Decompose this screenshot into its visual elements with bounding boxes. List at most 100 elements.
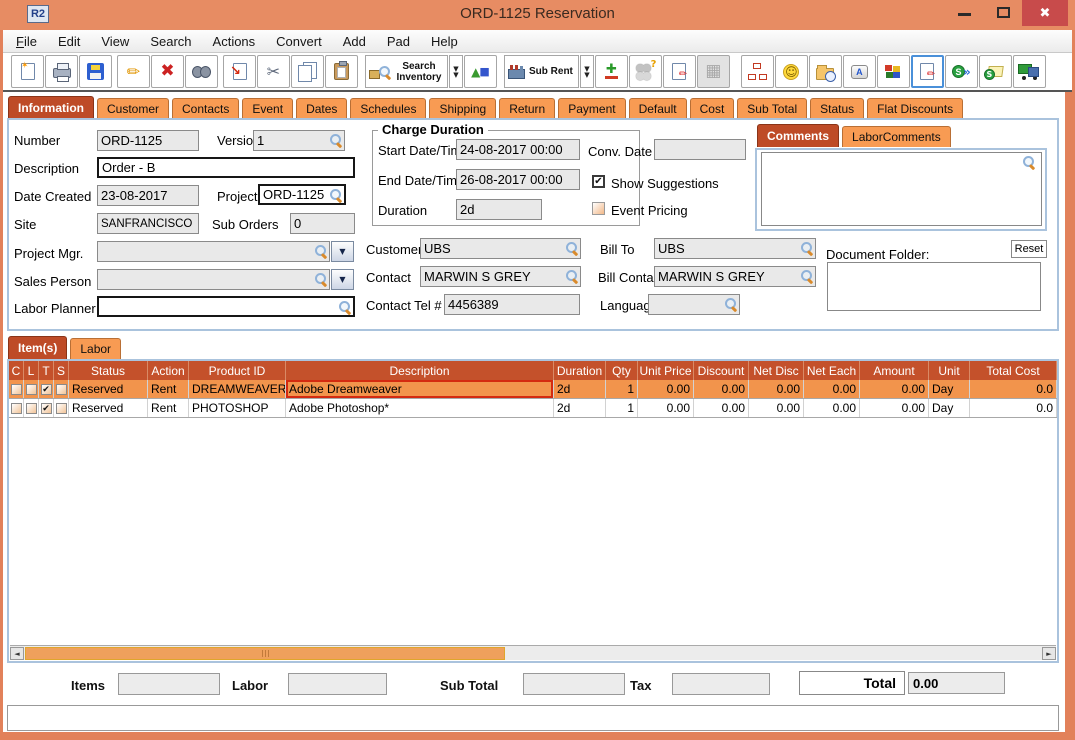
maximize-button[interactable] (997, 7, 1010, 18)
description-field[interactable]: Order - B (97, 157, 355, 178)
row2-c-checkbox[interactable] (10, 402, 22, 414)
col-description[interactable]: Description (286, 361, 554, 380)
tab-flat-discounts[interactable]: Flat Discounts (867, 98, 964, 119)
col-duration[interactable]: Duration (554, 361, 606, 380)
availability-button[interactable]: ▲ ■ (464, 55, 497, 88)
tab-information[interactable]: Information (8, 96, 94, 119)
copy-special-button[interactable]: ↘ (223, 55, 256, 88)
col-product-id[interactable]: Product ID (189, 361, 286, 380)
row2-l-checkbox[interactable] (25, 402, 37, 414)
tab-sub-total[interactable]: Sub Total (737, 98, 808, 119)
table-row[interactable]: ✔ Reserved Rent PHOTOSHOP Adobe Photosho… (9, 399, 1057, 418)
sub-orders-field[interactable]: 0 (290, 213, 355, 234)
save-button[interactable] (79, 55, 112, 88)
language-lookup-icon[interactable] (724, 297, 738, 311)
col-s[interactable]: S (54, 361, 69, 380)
col-c[interactable]: C (9, 361, 24, 380)
tab-labor-comments[interactable]: LaborComments (842, 126, 951, 147)
delete-button[interactable]: ✖ (151, 55, 184, 88)
row2-s-checkbox[interactable] (55, 402, 67, 414)
number-field[interactable]: ORD-1125 (97, 130, 199, 151)
tab-dates[interactable]: Dates (296, 98, 348, 119)
dollar-note-button[interactable]: S (978, 55, 1012, 88)
row1-s-checkbox[interactable] (55, 383, 67, 395)
inventory-blocks-button[interactable] (876, 55, 910, 88)
version-lookup-icon[interactable] (329, 133, 343, 147)
sales-person-lookup-icon[interactable] (314, 272, 328, 286)
project-lookup-icon[interactable] (329, 188, 343, 202)
close-button[interactable]: ✖ (1022, 0, 1068, 26)
conv-date-field[interactable] (654, 139, 746, 160)
col-unit[interactable]: Unit (929, 361, 970, 380)
col-qty[interactable]: Qty (606, 361, 638, 380)
date-created-field[interactable]: 23-08-2017 (97, 185, 199, 206)
sub-rent-dropdown[interactable]: ▼ ▼ (579, 55, 594, 88)
tab-status[interactable]: Status (810, 98, 865, 119)
copy-button[interactable] (291, 55, 324, 88)
menu-edit[interactable]: Edit (58, 34, 80, 49)
tab-shipping[interactable]: Shipping (429, 98, 497, 119)
bill-contact-lookup-icon[interactable] (800, 269, 814, 283)
version-field[interactable]: 1 (253, 130, 345, 151)
col-total-cost[interactable]: Total Cost (970, 361, 1057, 380)
row2-t-checkbox[interactable]: ✔ (40, 402, 52, 414)
shortcut-key-button[interactable]: A (842, 55, 876, 88)
row1-c-checkbox[interactable] (10, 383, 22, 395)
col-action[interactable]: Action (148, 361, 189, 380)
menu-add[interactable]: Add (343, 34, 366, 49)
col-status[interactable]: Status (69, 361, 148, 380)
menu-actions[interactable]: Actions (213, 34, 256, 49)
memo-edit-button[interactable]: ✏ (910, 55, 944, 88)
event-pricing-checkbox[interactable] (592, 202, 605, 215)
labor-planner-lookup-icon[interactable] (338, 300, 352, 314)
paste-button[interactable] (325, 55, 358, 88)
new-document-button[interactable]: ✶ (11, 55, 44, 88)
find-button[interactable] (185, 55, 218, 88)
tab-return[interactable]: Return (499, 98, 556, 119)
delivery-truck-button[interactable] (1012, 55, 1046, 88)
contact-field[interactable]: MARWIN S GREY (420, 266, 581, 287)
comments-textarea[interactable] (761, 152, 1042, 226)
tab-comments[interactable]: Comments (757, 124, 840, 147)
tab-payment[interactable]: Payment (558, 98, 626, 119)
menu-pad[interactable]: Pad (387, 34, 410, 49)
tab-cost[interactable]: Cost (689, 98, 735, 119)
col-l[interactable]: L (24, 361, 39, 380)
contact-lookup-icon[interactable] (565, 269, 579, 283)
contact-tel-field[interactable]: 4456389 (444, 294, 580, 315)
labor-planner-field[interactable] (97, 296, 355, 317)
menu-convert[interactable]: Convert (276, 34, 322, 49)
menu-help[interactable]: Help (431, 34, 458, 49)
customer-lookup-icon[interactable] (565, 241, 579, 255)
bill-contact-field[interactable]: MARWIN S GREY (654, 266, 816, 287)
minimize-button[interactable] (958, 13, 971, 16)
project-field[interactable]: ORD-1125 (258, 184, 346, 205)
col-amount[interactable]: Amount (860, 361, 929, 380)
project-mgr-lookup-icon[interactable] (314, 244, 328, 258)
scroll-left-button[interactable]: ◄ (10, 647, 24, 660)
edit-button[interactable]: ✏ (117, 55, 150, 88)
tab-customer[interactable]: Customer (97, 98, 170, 119)
bill-to-field[interactable]: UBS (654, 238, 816, 259)
tab-items[interactable]: Item(s) (8, 336, 68, 359)
comments-lookup-icon[interactable] (1022, 155, 1036, 169)
group-query-button[interactable]: ? (628, 55, 662, 88)
show-suggestions-checkbox[interactable]: ✔ (592, 175, 605, 188)
col-net-disc[interactable]: Net Disc (749, 361, 804, 380)
end-date-field[interactable]: 26-08-2017 00:00 (456, 169, 580, 190)
row2-description[interactable]: Adobe Photoshop* (286, 399, 554, 417)
start-date-field[interactable]: 24-08-2017 00:00 (456, 139, 580, 160)
col-net-each[interactable]: Net Each (804, 361, 860, 380)
row1-l-checkbox[interactable] (25, 383, 37, 395)
duration-field[interactable]: 2d (456, 199, 542, 220)
print-button[interactable] (45, 55, 78, 88)
col-t[interactable]: T (39, 361, 54, 380)
tab-schedules[interactable]: Schedules (350, 98, 427, 119)
history-folder-button[interactable] (808, 55, 842, 88)
site-field[interactable]: SANFRANCISCO (97, 213, 199, 234)
menu-file[interactable]: File (16, 34, 37, 49)
menu-search[interactable]: Search (150, 34, 191, 49)
tab-contacts[interactable]: Contacts (172, 98, 240, 119)
cut-button[interactable]: ✂ (257, 55, 290, 88)
search-inventory-dropdown[interactable]: ▼ ▼ (449, 55, 463, 88)
